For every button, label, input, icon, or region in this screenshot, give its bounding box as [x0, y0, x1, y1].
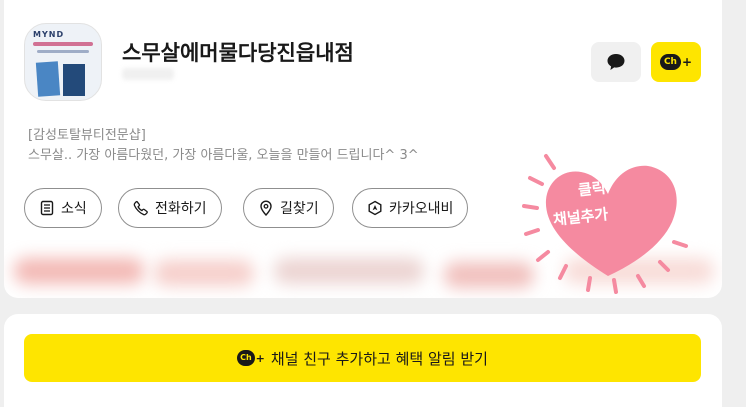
add-channel-button[interactable]: Ch +: [651, 42, 701, 82]
avatar-brand-text: MYND: [33, 30, 65, 39]
news-button[interactable]: 소식: [24, 188, 102, 228]
cta-card: Ch + 채널 친구 추가하고 혜택 알림 받기: [4, 314, 722, 407]
blurred-subinfo: [122, 68, 174, 80]
call-button-label: 전화하기: [155, 201, 207, 217]
phone-icon: [133, 200, 148, 216]
add-channel-cta-button[interactable]: Ch + 채널 친구 추가하고 혜택 알림 받기: [24, 334, 701, 382]
channel-description: 스무살.. 가장 아름다웠던, 가장 아름다울, 오늘을 만들어 드립니다^ 3…: [28, 148, 419, 163]
news-button-label: 소식: [61, 201, 87, 217]
channel-badge-icon: Ch: [659, 54, 681, 70]
plus-icon: +: [255, 351, 265, 365]
directions-button-label: 길찾기: [280, 201, 319, 217]
avatar-book-image: [63, 64, 85, 96]
document-icon: [40, 200, 54, 216]
avatar-book-image: [35, 61, 61, 97]
channel-badge-icon: Ch: [237, 350, 255, 366]
directions-button[interactable]: 길찾기: [243, 188, 334, 228]
navi-icon: [368, 200, 382, 216]
map-pin-icon: [260, 200, 272, 216]
channel-name: 스무살에머물다당진읍내점: [122, 41, 354, 65]
avatar-decoration: [37, 50, 89, 53]
chat-button[interactable]: [591, 42, 641, 82]
sticker-text-click: 클릭: [577, 178, 607, 200]
avatar-decoration: [33, 42, 93, 46]
plus-icon: +: [681, 55, 693, 69]
channel-profile-card: MYND 스무살에머물다당진읍내점 Ch + [감성토탈뷰티전문샵] 스무살..…: [4, 0, 722, 298]
channel-category: [감성토탈뷰티전문샵]: [28, 128, 146, 143]
kakao-navi-button-label: 카카오내비: [389, 201, 454, 217]
avatar[interactable]: MYND: [24, 23, 102, 101]
kakao-navi-button[interactable]: 카카오내비: [352, 188, 469, 228]
cta-label: 채널 친구 추가하고 혜택 알림 받기: [270, 349, 488, 368]
call-button[interactable]: 전화하기: [118, 188, 222, 228]
speech-bubble-icon: [607, 54, 625, 70]
